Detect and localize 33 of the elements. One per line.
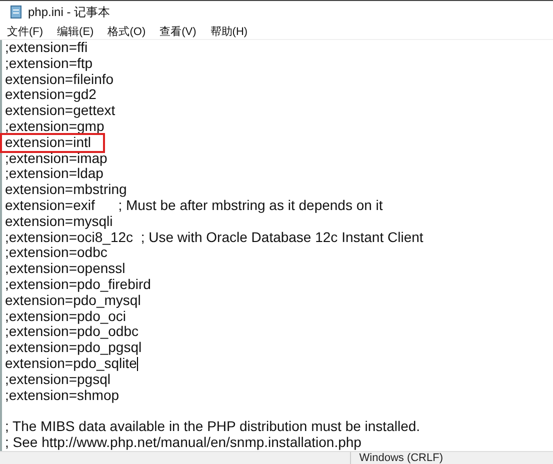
text-line: ;extension=pdo_odbc [5,324,138,340]
text-line: extension=gd2 [5,87,96,104]
text-line: extension=fileinfo [5,72,114,88]
text-line: ;extension=odbc [5,245,108,262]
line-ending-status: Windows (CRLF) [350,452,443,464]
text-line: ;extension=shmop [5,388,120,404]
window-title: php.ini - 记事本 [28,4,110,20]
text-line: ;extension=pdo_firebird [5,276,151,293]
text-line: ;extension=ldap [5,166,104,182]
menu-item[interactable]: 文件(F) [7,24,44,38]
text-line: extension=gettext [5,103,116,119]
text-line: ; The MIBS data available in the PHP distribution must be installed. [5,419,420,435]
menu-item[interactable]: 格式(O) [108,24,146,38]
menu-item[interactable]: 编辑(E) [57,24,94,38]
text-line: ; See http://www.php.net/manual/en/snmp.installation.php [5,434,362,451]
notepad-icon [10,5,22,19]
text-line: extension=mbstring [5,182,127,198]
text-line: extension=pdo_mysql [5,292,141,309]
text-line: ;extension=ftp [5,56,93,72]
menu-item[interactable]: 查看(V) [160,24,196,38]
text-line: ;extension=gmp [5,118,104,135]
text-line: ;extension=ffi [5,40,88,56]
text-line: ;extension=pgsql [5,372,110,388]
menu-item[interactable]: 帮助(H) [210,24,248,38]
text-line: ;extension=pdo_oci [5,308,126,324]
text-line: ;extension=imap [5,150,108,166]
highlighted-line: extension=intl [2,134,104,151]
text-line: extension=pdo_sqlite [5,356,138,372]
text-line: ;extension=pdo_pgsql [5,340,142,356]
text-line: extension=exif ; Must be after mbstring as it depends on it [5,198,383,214]
text-line: ;extension=openssl [5,261,126,277]
text-line: ;extension=oci8_12c ; Use with Oracle Database 12c Instant Client [5,230,424,246]
text-line: extension=mysqli [5,214,113,230]
